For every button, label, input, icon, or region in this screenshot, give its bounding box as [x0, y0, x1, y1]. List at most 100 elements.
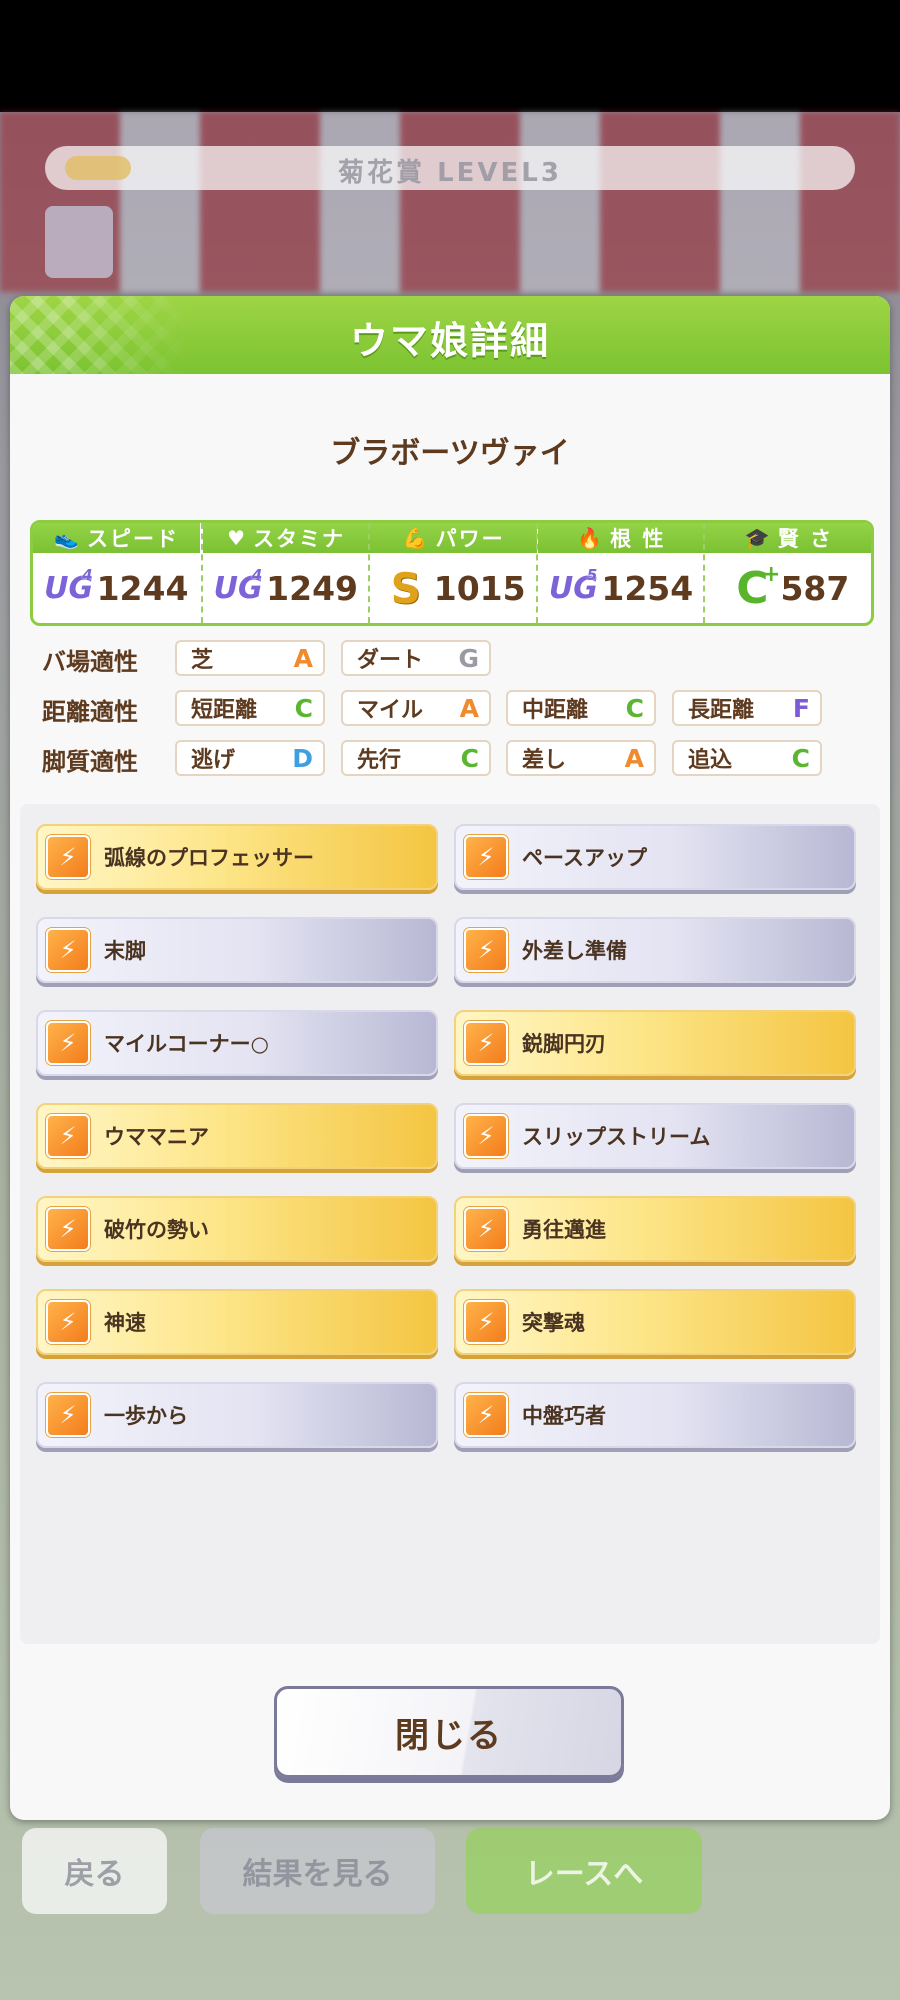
skill-item[interactable]: ⚡ ペースアップ: [454, 824, 856, 890]
stat-label: 賢 さ: [777, 527, 833, 551]
stat-label: スピード: [86, 527, 179, 551]
skill-name: マイルコーナー○: [104, 1032, 269, 1056]
stat-rank-level: 4: [251, 566, 263, 584]
aptitude-grade: A: [624, 743, 644, 773]
stat-rank-badge: UG 4: [44, 564, 93, 612]
character-thumbnail: [45, 206, 113, 278]
uma-detail-dialog: ウマ娘詳細 ブラボーツヴァイ 👟 スピード UG 4 1244 ♥ スタミナ UG 4 1249 💪…: [10, 296, 890, 1820]
aptitude-name: ダート: [357, 648, 424, 673]
aptitude-grade: A: [293, 643, 313, 673]
stat-value: 1249: [266, 568, 359, 608]
aptitude-name: マイル: [357, 698, 424, 723]
stat-value: 1254: [601, 568, 694, 608]
stat-column: 🔥 根 性 UG 5 1254: [535, 523, 705, 623]
stat-body: UG 5 1254: [538, 553, 705, 623]
stat-rank-badge: C +: [728, 562, 780, 614]
stat-value: 1015: [433, 568, 526, 608]
aptitude-grade: C: [791, 743, 810, 773]
stat-column: 👟 スピード UG 4 1244: [33, 523, 200, 623]
stat-header: 👟 スピード: [33, 523, 200, 553]
stat-column: 💪 パワー S 1015: [368, 523, 538, 623]
distance-aptitude-cell: 中距離 C: [506, 690, 656, 726]
stat-rank: S: [390, 563, 421, 613]
skill-item[interactable]: ⚡ 神速: [36, 1289, 438, 1355]
skill-item[interactable]: ⚡ スリップストリーム: [454, 1103, 856, 1169]
stat-label: 根 性: [610, 527, 666, 551]
aptitude-name: 中距離: [522, 698, 589, 723]
skill-name: 中盤巧者: [522, 1404, 606, 1428]
aptitude-grade: A: [459, 693, 479, 723]
aptitude-grade: F: [792, 693, 810, 723]
aptitude-name: 芝: [191, 648, 214, 673]
skill-item[interactable]: ⚡ ウママニア: [36, 1103, 438, 1169]
stat-column: 🎓 賢 さ C +587: [703, 523, 871, 623]
aptitude-grade: C: [460, 743, 479, 773]
skill-icon: ⚡: [46, 1300, 90, 1344]
skill-name: 破竹の勢い: [104, 1218, 209, 1242]
stat-rank-level: 5: [586, 566, 598, 584]
view-results-button: 結果を見る: [200, 1828, 435, 1914]
muscle-icon: 💪: [402, 526, 430, 550]
graduation-cap-icon: 🎓: [744, 526, 772, 550]
stat-value: 587: [780, 568, 850, 608]
heart-icon: ♥: [227, 526, 248, 550]
character-name: ブラボーツヴァイ: [330, 436, 570, 471]
aptitude-name: 追込: [688, 748, 733, 773]
track-aptitude-cell: ダート G: [341, 640, 491, 676]
dialog-title: ウマ娘詳細: [349, 319, 550, 363]
skill-item[interactable]: ⚡ 突撃魂: [454, 1289, 856, 1355]
skill-icon: ⚡: [46, 1393, 90, 1437]
skill-item[interactable]: ⚡ 鋭脚円刃: [454, 1010, 856, 1076]
aptitude-name: 短距離: [191, 698, 258, 723]
aptitude-grade: G: [458, 643, 479, 673]
skill-item[interactable]: ⚡ 外差し準備: [454, 917, 856, 983]
style-aptitude-cell: 追込 C: [672, 740, 822, 776]
skill-list: ⚡ 弧線のプロフェッサー ⚡ ペースアップ ⚡ 末脚 ⚡ 外差し準備 ⚡ マイルコーナー○ ⚡ 鋭脚円…: [20, 804, 880, 1644]
stat-body: UG 4 1244: [33, 553, 200, 623]
stat-rank-badge: UG 4: [214, 564, 263, 612]
stat-header: 🔥 根 性: [537, 523, 705, 553]
stat-value: 1244: [96, 568, 189, 608]
skill-name: ペースアップ: [522, 846, 647, 870]
skill-icon: ⚡: [46, 1114, 90, 1158]
skill-name: 末脚: [104, 939, 146, 963]
skill-item[interactable]: ⚡ 弧線のプロフェッサー: [36, 824, 438, 890]
dialog-header: ウマ娘詳細: [10, 296, 890, 374]
aptitude-grade: D: [292, 743, 313, 773]
skill-item[interactable]: ⚡ マイルコーナー○: [36, 1010, 438, 1076]
aptitude-name: 長距離: [688, 698, 755, 723]
skill-name: ウママニア: [104, 1125, 209, 1149]
style-aptitude-cell: 差し A: [506, 740, 656, 776]
skill-icon: ⚡: [464, 1300, 508, 1344]
skill-icon: ⚡: [46, 835, 90, 879]
stat-column: ♥ スタミナ UG 4 1249: [200, 523, 370, 623]
aptitude-name: 先行: [357, 748, 402, 773]
stat-rank-badge: UG 5: [549, 564, 598, 612]
skill-icon: ⚡: [46, 1207, 90, 1251]
skill-item[interactable]: ⚡ 一歩から: [36, 1382, 438, 1448]
skill-item[interactable]: ⚡ 末脚: [36, 917, 438, 983]
style-aptitude-cell: 先行 C: [341, 740, 491, 776]
skill-name: 外差し準備: [522, 939, 627, 963]
skill-name: スリップストリーム: [522, 1125, 711, 1149]
aptitude-grade: C: [294, 693, 313, 723]
skill-icon: ⚡: [464, 928, 508, 972]
stat-rank-badge: S: [382, 563, 430, 613]
distance-aptitude-cell: 長距離 F: [672, 690, 822, 726]
shoe-icon: 👟: [54, 526, 81, 550]
go-to-race-button: レースへ: [466, 1828, 702, 1914]
skill-item[interactable]: ⚡ 破竹の勢い: [36, 1196, 438, 1262]
skill-name: 神速: [104, 1311, 146, 1335]
skill-item[interactable]: ⚡ 勇往邁進: [454, 1196, 856, 1262]
skill-icon: ⚡: [464, 1393, 508, 1437]
back-button: 戻る: [22, 1828, 167, 1914]
skill-item[interactable]: ⚡ 中盤巧者: [454, 1382, 856, 1448]
background-banner: [0, 112, 900, 292]
skill-icon: ⚡: [46, 928, 90, 972]
stat-label: スタミナ: [253, 527, 346, 551]
close-button[interactable]: 閉じる: [274, 1686, 624, 1778]
aptitude-grade: C: [625, 693, 644, 723]
flame-icon: 🔥: [577, 526, 605, 550]
skill-name: 弧線のプロフェッサー: [104, 846, 314, 870]
skill-name: 突撃魂: [522, 1311, 585, 1335]
